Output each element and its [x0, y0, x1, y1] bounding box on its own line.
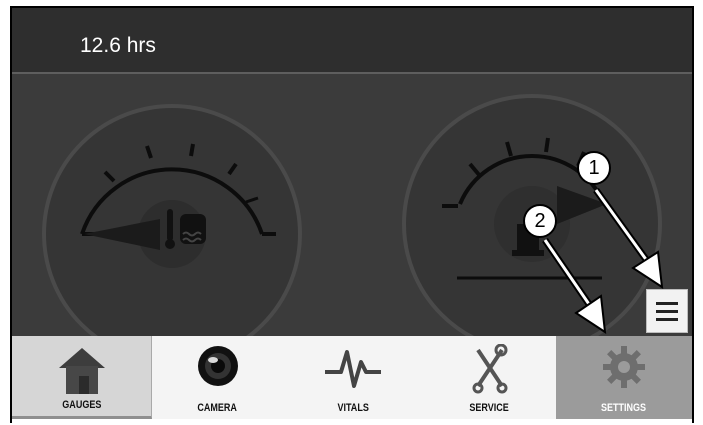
callout-arrows: [542, 187, 664, 335]
callout-1: 1: [577, 151, 611, 185]
callout-arrow-2: [542, 238, 607, 335]
callout-2: 2: [523, 204, 557, 238]
callout-arrow-1: [593, 187, 664, 290]
